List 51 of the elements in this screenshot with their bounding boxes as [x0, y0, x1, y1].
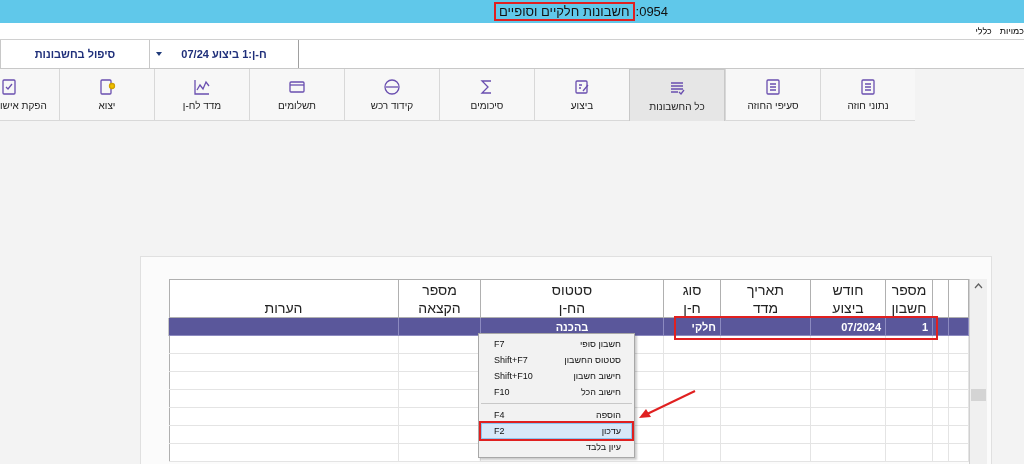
table-cell: [886, 426, 933, 444]
table-cell: [664, 372, 721, 390]
menu-item[interactable]: כללי: [975, 26, 992, 36]
toolbar-tab[interactable]: ביצוע: [534, 69, 629, 121]
toolbar-tab[interactable]: מדד לח-ן: [154, 69, 249, 121]
card-icon: [288, 78, 306, 96]
table-cell: [886, 354, 933, 372]
list-icon: [668, 79, 686, 97]
toolbar-tab[interactable]: תשלומים: [249, 69, 344, 121]
scroll-thumb[interactable]: [971, 389, 986, 401]
table-cell: [886, 372, 933, 390]
table-cell: [933, 426, 949, 444]
table-cell: [933, 354, 949, 372]
table-cell: [664, 390, 721, 408]
table-cell: [886, 390, 933, 408]
document-icon: [98, 78, 116, 96]
document-icon: [859, 78, 877, 96]
table-cell: 07/2024: [811, 318, 886, 336]
document-icon: [764, 78, 782, 96]
table-cell: [949, 318, 969, 336]
table-cell: חלקי: [664, 318, 721, 336]
table-cell: [933, 336, 949, 354]
circle-icon: [383, 78, 401, 96]
toolbar-tab[interactable]: נתוני חוזה: [820, 69, 915, 121]
table-cell: [664, 426, 721, 444]
table-cell: [664, 354, 721, 372]
line-chart-icon: [193, 78, 211, 96]
menu-item[interactable]: כמויות: [999, 26, 1024, 36]
table-cell: [664, 336, 721, 354]
table-cell: 1: [886, 318, 933, 336]
table-cell: [933, 408, 949, 426]
window-title: חשבונות חלקיים וסופיים: [495, 4, 633, 19]
table-cell: [886, 408, 933, 426]
toolbar-tab[interactable]: הפקת אישו: [0, 69, 59, 121]
toolbar-tab[interactable]: יצוא: [59, 69, 154, 121]
toolbar-tab[interactable]: סיכומים: [439, 69, 534, 121]
toolbar-tab[interactable]: סעיפי החוזה: [725, 69, 820, 121]
scrollbar[interactable]: [969, 279, 987, 464]
selector-field[interactable]: סיפול בחשבונות: [0, 40, 149, 68]
table-cell: [664, 408, 721, 426]
checked-document-icon: [0, 78, 18, 96]
edit-icon: [573, 78, 591, 96]
selector-field[interactable]: ח-ן:1 ביצוע 07/24: [149, 40, 298, 68]
menu-item[interactable]: עיון בלבד: [481, 439, 632, 455]
toolbar-tab[interactable]: כל החשבונות: [629, 69, 725, 121]
table-cell: [933, 390, 949, 408]
table-cell: [886, 336, 933, 354]
window-code: :0954: [635, 4, 669, 19]
toolbar-tab[interactable]: קידוד רכש: [344, 69, 439, 121]
table-cell: [933, 372, 949, 390]
annotation-arrow: [637, 389, 697, 421]
